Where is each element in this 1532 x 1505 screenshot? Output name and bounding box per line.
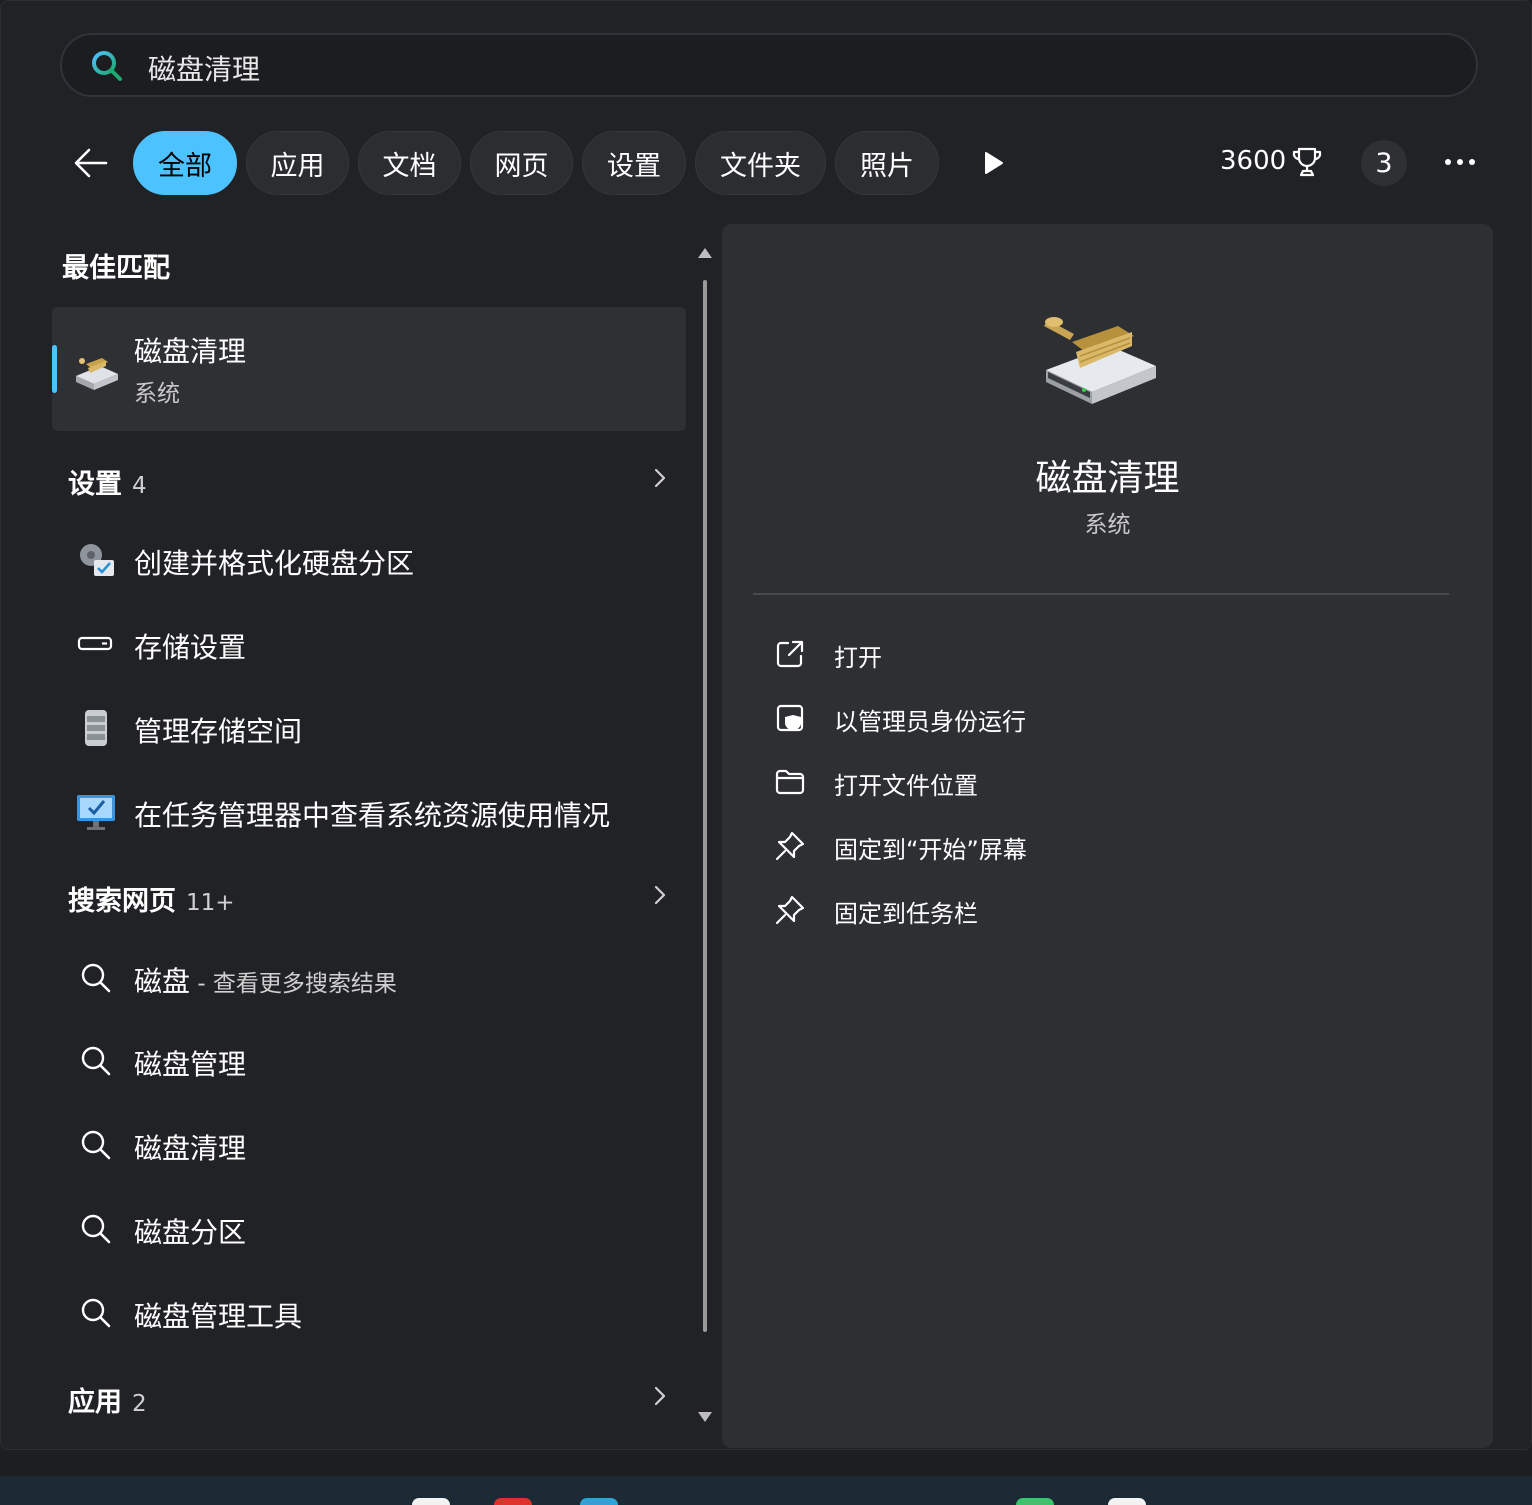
search-query: 磁盘清理 (148, 53, 261, 86)
rewards-points[interactable]: 3600 (1220, 146, 1286, 176)
search-icon (81, 963, 111, 993)
folder-icon (775, 769, 805, 795)
apps-section-title: 应用 (68, 1387, 122, 1418)
search-input[interactable]: 磁盘清理 (60, 33, 1478, 97)
scrollbar-thumb[interactable] (703, 280, 707, 1332)
web-result-suffix: - 查看更多搜索结果 (190, 971, 397, 997)
list-item[interactable]: 存储设置 (60, 608, 680, 678)
divider (753, 593, 1449, 595)
web-result-item[interactable]: 磁盘分区 (60, 1193, 680, 1263)
list-item-label: 存储设置 (134, 631, 247, 664)
action-label: 以管理员身份运行 (834, 708, 1026, 736)
pin-icon (775, 831, 805, 861)
task-manager-icon (77, 795, 115, 830)
settings-section-heading[interactable]: 设置 4 (68, 462, 147, 501)
taskbar-app-icon[interactable] (494, 1498, 532, 1505)
best-match-type: 系统 (134, 381, 180, 407)
web-result-label: 磁盘分区 (134, 1216, 247, 1249)
filter-tab-photos[interactable]: 照片 (835, 131, 939, 195)
chevron-right-icon[interactable] (650, 463, 670, 493)
web-result-item[interactable]: 磁盘 - 查看更多搜索结果 (60, 942, 680, 1012)
action-open-file-location[interactable]: 打开文件位置 (772, 756, 1372, 806)
web-result-item[interactable]: 磁盘管理工具 (60, 1277, 680, 1347)
search-icon (81, 1130, 111, 1160)
disk-cleanup-icon (76, 358, 118, 390)
filter-tab-documents[interactable]: 文档 (358, 131, 461, 195)
list-item[interactable]: 在任务管理器中查看系统资源使用情况 (60, 776, 680, 846)
best-match-name: 磁盘清理 (134, 335, 247, 368)
action-pin-to-start[interactable]: 固定到“开始”屏幕 (772, 820, 1372, 870)
action-label: 打开 (834, 644, 882, 672)
more-filters-play-icon[interactable] (982, 150, 1006, 176)
list-item-label: 在任务管理器中查看系统资源使用情况 (134, 799, 611, 832)
settings-section-count: 4 (132, 473, 147, 499)
action-label: 打开文件位置 (834, 772, 978, 800)
filter-tab-all[interactable]: 全部 (133, 131, 237, 195)
disk-cleanup-icon (1044, 317, 1156, 404)
action-run-as-admin[interactable]: 以管理员身份运行 (772, 692, 1372, 742)
web-result-label: 磁盘清理 (134, 1132, 247, 1165)
action-open[interactable]: 打开 (772, 628, 1372, 678)
more-options-icon[interactable] (1440, 150, 1480, 174)
trophy-icon[interactable] (1290, 145, 1324, 179)
web-section-title: 搜索网页 (68, 886, 176, 917)
web-result-query: 磁盘 (134, 965, 191, 998)
search-icon (81, 1298, 111, 1328)
storage-icon (77, 636, 113, 651)
action-label: 固定到“开始”屏幕 (834, 836, 1027, 864)
scroll-up-arrow-icon[interactable] (697, 246, 713, 260)
taskbar-app-icon[interactable] (1108, 1498, 1146, 1505)
account-badge[interactable]: 3 (1361, 140, 1407, 186)
storage-spaces-icon (85, 710, 107, 746)
filter-tab-folders[interactable]: 文件夹 (695, 131, 826, 195)
search-icon (92, 51, 122, 81)
detail-title: 磁盘清理 (1035, 458, 1180, 499)
web-result-label: 磁盘管理 (134, 1048, 247, 1081)
web-section-heading[interactable]: 搜索网页 11+ (68, 879, 235, 918)
back-arrow-icon[interactable] (70, 142, 112, 184)
web-section-count: 11+ (186, 890, 235, 916)
pin-icon (775, 895, 805, 925)
scroll-down-arrow-icon[interactable] (697, 1410, 713, 1424)
list-item[interactable]: 创建并格式化硬盘分区 (60, 524, 680, 594)
search-icon (81, 1214, 111, 1244)
admin-shield-icon (776, 704, 804, 732)
chevron-right-icon[interactable] (650, 1381, 670, 1411)
filter-tab-apps[interactable]: 应用 (246, 131, 349, 195)
search-icon (81, 1046, 111, 1076)
action-pin-to-taskbar[interactable]: 固定到任务栏 (772, 884, 1372, 934)
settings-section-title: 设置 (68, 469, 122, 500)
filter-tab-web[interactable]: 网页 (470, 131, 573, 195)
apps-section-count: 2 (132, 1391, 147, 1417)
filter-tab-settings[interactable]: 设置 (582, 131, 686, 195)
list-item[interactable]: 管理存储空间 (60, 692, 680, 762)
best-match-heading: 最佳匹配 (62, 253, 170, 284)
list-item-label: 管理存储空间 (134, 715, 303, 748)
taskbar-app-icon[interactable] (412, 1498, 450, 1505)
detail-subtitle: 系统 (1084, 512, 1131, 538)
web-result-item[interactable]: 磁盘管理 (60, 1025, 680, 1095)
taskbar-app-icon[interactable] (580, 1498, 618, 1505)
chevron-right-icon[interactable] (650, 880, 670, 910)
open-external-icon (776, 640, 804, 668)
taskbar-app-icon[interactable] (1016, 1498, 1054, 1505)
apps-section-heading[interactable]: 应用 2 (68, 1380, 147, 1419)
web-result-label: 磁盘管理工具 (134, 1300, 303, 1333)
taskbar (0, 1476, 1532, 1505)
partition-icon (80, 544, 114, 576)
selection-indicator (52, 345, 57, 393)
list-item-label: 创建并格式化硬盘分区 (134, 547, 415, 580)
action-label: 固定到任务栏 (834, 900, 978, 928)
web-result-item[interactable]: 磁盘清理 (60, 1109, 680, 1179)
